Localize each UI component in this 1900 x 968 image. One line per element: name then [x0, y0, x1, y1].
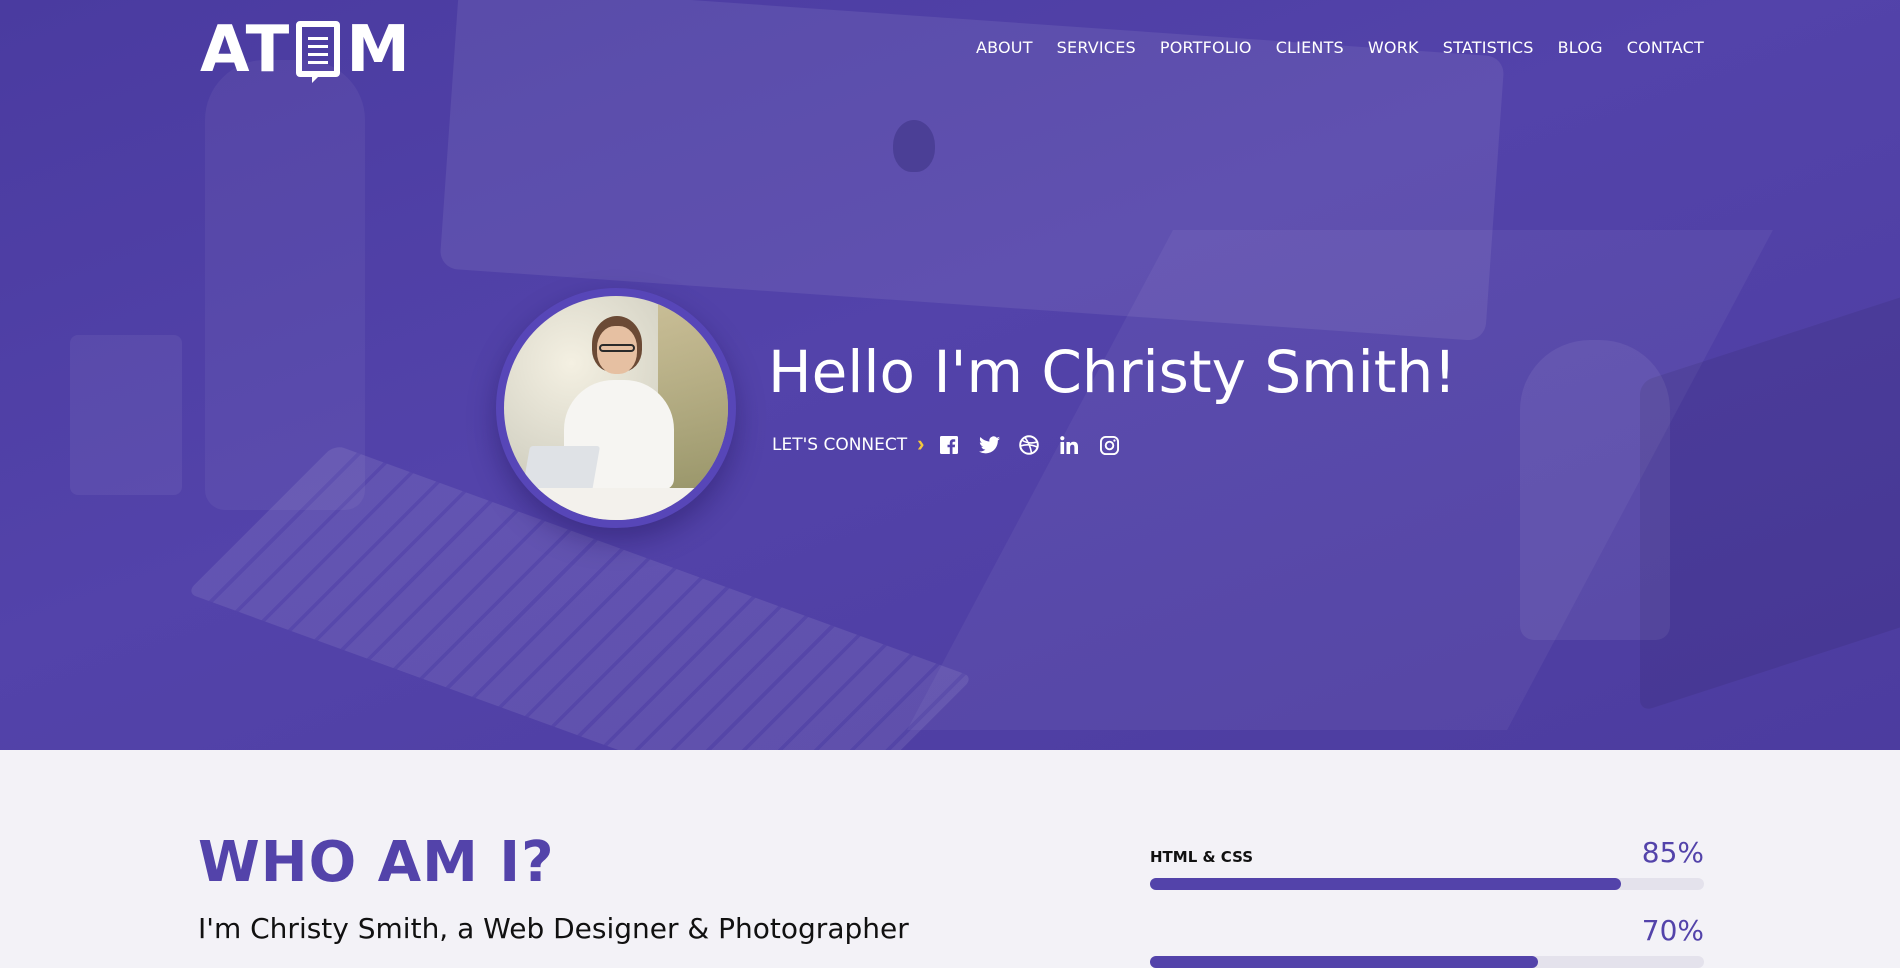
skill-percent: 70%	[1641, 914, 1704, 947]
background-pen-cup	[70, 335, 182, 495]
logo-text-right: M	[346, 13, 411, 87]
nav-link-blog[interactable]: BLOG	[1558, 38, 1603, 57]
logo-text-left: AT	[200, 13, 291, 87]
top-navigation: AT M ABOUT SERVICES PORTFOLIO CLIENTS WO…	[0, 0, 1900, 100]
skill-progress-fill	[1150, 956, 1538, 968]
nav-link-services[interactable]: SERVICES	[1057, 38, 1136, 57]
main-menu: ABOUT SERVICES PORTFOLIO CLIENTS WORK ST…	[952, 38, 1704, 57]
skill-progress-fill	[1150, 878, 1621, 890]
social-links	[938, 434, 1120, 456]
skill-progress-bar	[1150, 878, 1704, 890]
nav-link-about[interactable]: ABOUT	[976, 38, 1033, 57]
about-title: WHO AM I?	[198, 830, 555, 895]
hero-section: AT M ABOUT SERVICES PORTFOLIO CLIENTS WO…	[0, 0, 1900, 750]
skill-percent: 85%	[1641, 836, 1704, 869]
chevron-right-icon: ›	[917, 431, 925, 456]
skill-progress-bar	[1150, 956, 1704, 968]
background-vase	[205, 60, 365, 510]
nav-link-statistics[interactable]: STATISTICS	[1443, 38, 1534, 57]
nav-link-work[interactable]: WORK	[1368, 38, 1419, 57]
nav-link-clients[interactable]: CLIENTS	[1276, 38, 1344, 57]
twitter-icon[interactable]	[978, 434, 1000, 456]
connect-label: LET'S CONNECT	[772, 435, 908, 455]
profile-photo	[504, 296, 728, 520]
background-apple-logo	[893, 120, 935, 172]
facebook-icon[interactable]	[938, 434, 960, 456]
nav-link-portfolio[interactable]: PORTFOLIO	[1160, 38, 1252, 57]
logo-document-icon	[292, 17, 344, 83]
connect-row: LET'S CONNECT ›	[772, 431, 1120, 457]
site-logo[interactable]: AT M	[200, 13, 411, 87]
profile-photo-frame	[496, 288, 736, 528]
skill-name: HTML & CSS	[1150, 848, 1254, 866]
instagram-icon[interactable]	[1098, 434, 1120, 456]
hero-headline: Hello I'm Christy Smith!	[768, 338, 1457, 406]
nav-link-contact[interactable]: CONTACT	[1627, 38, 1704, 57]
linkedin-icon[interactable]	[1058, 434, 1080, 456]
about-intro: I'm Christy Smith, a Web Designer & Phot…	[198, 912, 909, 945]
dribbble-icon[interactable]	[1018, 434, 1040, 456]
